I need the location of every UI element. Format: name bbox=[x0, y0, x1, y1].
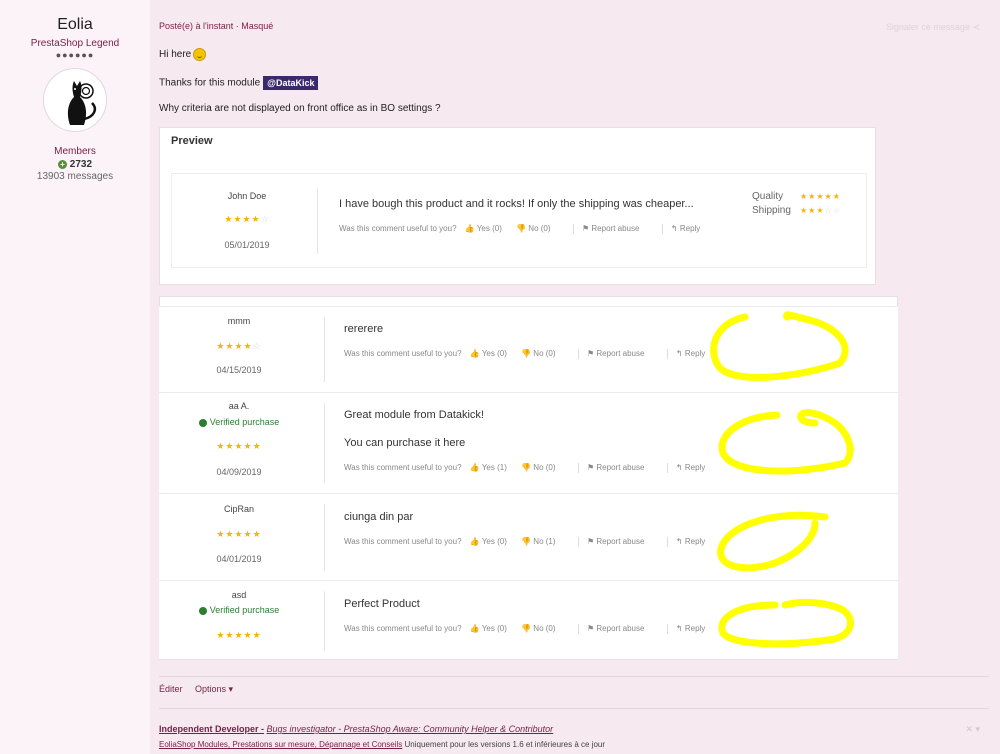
review-date: 04/09/2019 bbox=[216, 467, 262, 477]
review-row: CipRan ★★★★★ 04/01/2019 ciunga din par W… bbox=[159, 493, 898, 580]
reply-button[interactable]: ↰ Reply bbox=[671, 224, 706, 233]
post-actions: Éditer Options ▾ bbox=[159, 684, 243, 695]
review-date: 04/15/2019 bbox=[216, 365, 262, 375]
share-icon: ≺ bbox=[972, 22, 980, 32]
review-row: aa A. Verified purchase ★★★★★ 04/09/2019… bbox=[159, 392, 898, 493]
review-text: Great module from Datakick! bbox=[344, 409, 484, 421]
author-panel: Eolia PrestaShop Legend ●●●●●● Members +… bbox=[0, 0, 150, 754]
sig-dev-link[interactable]: Independent Developer - bbox=[159, 724, 264, 734]
options-menu[interactable]: Options ▾ bbox=[195, 684, 233, 694]
criteria-list: Quality ★★★★★ Shipping ★★★☆☆ bbox=[752, 190, 841, 218]
vote-yes-button[interactable]: 👍 Yes (0) bbox=[465, 224, 508, 233]
post-meta[interactable]: Posté(e) à l'instant · Masqué bbox=[159, 21, 273, 31]
smiley-icon bbox=[193, 48, 207, 61]
post-line-1: Hi here bbox=[159, 48, 207, 61]
sig-note: Uniquement pour les versions 1.6 et infé… bbox=[404, 740, 606, 749]
signature-line-2: EoliaShop Modules, Prestations sur mesur… bbox=[159, 740, 605, 749]
useful-bar: Was this comment useful to you? 👍 Yes (0… bbox=[339, 224, 712, 234]
rank-pips: ●●●●●● bbox=[55, 50, 95, 60]
sig-roles-link[interactable]: Bugs investigator - PrestaShop Aware: Co… bbox=[267, 724, 554, 734]
useful-bar: Was this comment useful to you? 👍 Yes (0… bbox=[344, 624, 717, 634]
reviewer-name: mmm bbox=[227, 316, 251, 326]
review-text: I have bough this product and it rocks! … bbox=[339, 198, 694, 210]
report-abuse-button[interactable]: ⚑ Report abuse bbox=[587, 624, 650, 633]
avatar[interactable] bbox=[43, 68, 107, 132]
review-stars: ★★★★★ bbox=[216, 441, 262, 451]
review-text: rererere bbox=[344, 323, 384, 335]
vote-no-button[interactable]: 👎 No (1) bbox=[521, 537, 561, 546]
review-row: mmm ★★★★☆ 04/15/2019 rererere Was this c… bbox=[159, 306, 898, 392]
vote-no-button[interactable]: 👎 No (0) bbox=[516, 224, 556, 233]
vote-yes-button[interactable]: 👍 Yes (0) bbox=[470, 537, 513, 546]
post-line-2: Thanks for this module @DataKick bbox=[159, 76, 319, 90]
review-text: Perfect Product bbox=[344, 598, 420, 610]
author-name[interactable]: Eolia bbox=[0, 16, 150, 34]
reviewer-name: John Doe bbox=[227, 191, 267, 201]
review-date: 04/01/2019 bbox=[216, 554, 262, 564]
report-abuse-button[interactable]: ⚑ Report abuse bbox=[587, 463, 650, 472]
reply-button[interactable]: ↰ Reply bbox=[676, 349, 711, 358]
criterion-shipping: Shipping ★★★☆☆ bbox=[752, 205, 841, 216]
reply-button[interactable]: ↰ Reply bbox=[676, 463, 711, 472]
divider bbox=[317, 189, 318, 254]
review-stars: ★★★★★ bbox=[216, 630, 262, 640]
vote-yes-button[interactable]: 👍 Yes (0) bbox=[470, 349, 513, 358]
check-icon bbox=[198, 606, 207, 615]
reputation-value: 2732 bbox=[69, 159, 93, 170]
report-abuse-button[interactable]: ⚑ Report abuse bbox=[587, 537, 650, 546]
review-stars: ★★★★☆ bbox=[224, 214, 270, 224]
vote-no-button[interactable]: 👎 No (0) bbox=[521, 349, 561, 358]
preview-title: Preview bbox=[171, 135, 213, 147]
vote-no-button[interactable]: 👎 No (0) bbox=[521, 463, 561, 472]
cat-avatar-icon bbox=[67, 81, 96, 125]
author-messages: 13903 messages bbox=[36, 171, 114, 182]
vote-no-button[interactable]: 👎 No (0) bbox=[521, 624, 561, 633]
reviewer-name: asd bbox=[231, 590, 247, 600]
review-stars: ★★★★★ bbox=[216, 529, 262, 539]
signature-line-1: Independent Developer - Bugs investigato… bbox=[159, 724, 553, 734]
author-rank: PrestaShop Legend bbox=[30, 38, 120, 49]
review-row: asd Verified purchase ★★★★★ Perfect Prod… bbox=[159, 580, 898, 659]
preview-review-card: John Doe ★★★★☆ 05/01/2019 I have bough t… bbox=[171, 173, 867, 268]
reply-button[interactable]: ↰ Reply bbox=[676, 537, 711, 546]
vote-yes-button[interactable]: 👍 Yes (1) bbox=[470, 463, 513, 472]
review-text: ciunga din par bbox=[344, 511, 414, 523]
criterion-quality: Quality ★★★★★ bbox=[752, 191, 841, 202]
verified-badge: Verified purchase bbox=[179, 417, 299, 427]
author-group: Members bbox=[54, 146, 96, 157]
review-date: 05/01/2019 bbox=[224, 240, 270, 250]
post-line-3: Why criteria are not displayed on front … bbox=[159, 103, 441, 114]
share-link[interactable]: Signaler ce message ≺ bbox=[886, 22, 980, 33]
author-reputation: + 2732 bbox=[0, 159, 150, 170]
edit-link[interactable]: Éditer bbox=[159, 684, 183, 694]
report-abuse-button[interactable]: ⚑ Report abuse bbox=[582, 224, 645, 233]
verified-badge: Verified purchase bbox=[179, 605, 299, 615]
check-icon bbox=[198, 418, 207, 427]
review-text-2[interactable]: You can purchase it here bbox=[344, 437, 465, 449]
preview-box: Preview John Doe ★★★★☆ 05/01/2019 I have… bbox=[159, 127, 876, 285]
plus-icon: + bbox=[57, 159, 67, 169]
useful-bar: Was this comment useful to you? 👍 Yes (1… bbox=[344, 463, 717, 473]
sig-shop-link[interactable]: EoliaShop Modules, Prestations sur mesur… bbox=[159, 740, 402, 749]
vote-yes-button[interactable]: 👍 Yes (0) bbox=[470, 624, 513, 633]
reviewer-name: CipRan bbox=[223, 504, 254, 514]
review-stars: ★★★★☆ bbox=[216, 341, 262, 351]
mention-tag[interactable]: @DataKick bbox=[263, 76, 319, 90]
useful-bar: Was this comment useful to you? 👍 Yes (0… bbox=[344, 349, 717, 359]
report-abuse-button[interactable]: ⚑ Report abuse bbox=[587, 349, 650, 358]
reviewer-name: aa A. bbox=[228, 401, 250, 411]
useful-bar: Was this comment useful to you? 👍 Yes (0… bbox=[344, 537, 717, 547]
post-body: Posté(e) à l'instant · Masqué Signaler c… bbox=[150, 0, 1000, 754]
reply-button[interactable]: ↰ Reply bbox=[676, 624, 711, 633]
signature-toggle-icon[interactable]: ✕ ▾ bbox=[965, 724, 980, 735]
